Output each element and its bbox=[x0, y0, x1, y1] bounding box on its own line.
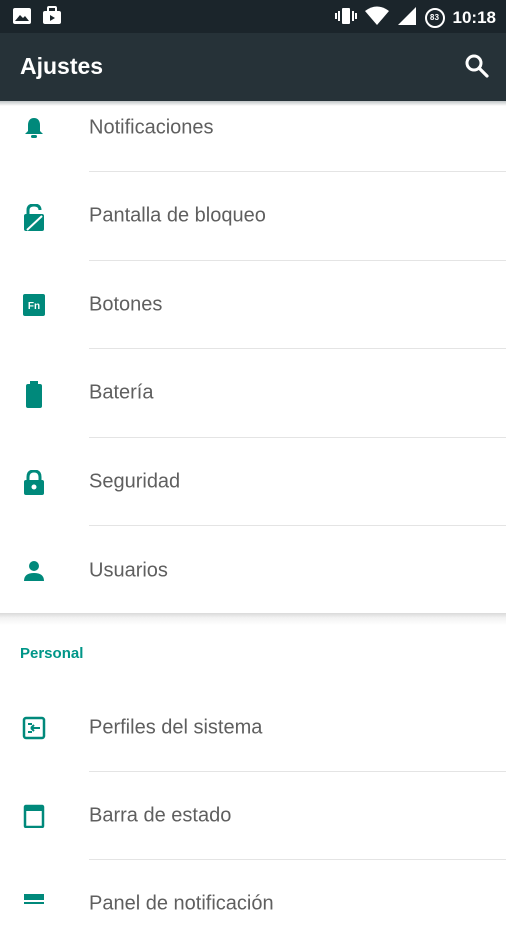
signal-icon bbox=[397, 6, 417, 30]
section-header-personal: Personal bbox=[20, 645, 84, 662]
settings-item-label: Notificaciones bbox=[89, 116, 214, 139]
svg-text:Fn: Fn bbox=[28, 301, 40, 312]
search-icon bbox=[465, 54, 489, 78]
settings-item-label: Botones bbox=[89, 293, 163, 316]
battery-level: 83 bbox=[429, 13, 440, 22]
settings-item-barra-de-estado[interactable]: Barra de estado bbox=[0, 772, 506, 860]
settings-item-label: Pantalla de bloqueo bbox=[89, 204, 266, 227]
page-title: Ajustes bbox=[20, 53, 104, 79]
settings-item-label: Barra de estado bbox=[89, 804, 232, 827]
section-separator bbox=[0, 613, 506, 625]
settings-item-label: Usuarios bbox=[89, 559, 168, 582]
vibrate-icon bbox=[334, 6, 357, 30]
person-icon bbox=[22, 559, 46, 583]
notification-panel-icon bbox=[22, 892, 46, 916]
wifi-icon bbox=[364, 6, 389, 30]
settings-item-panel-de-notificacion[interactable]: Panel de notificación bbox=[0, 860, 506, 948]
lockscreen-icon bbox=[22, 203, 46, 231]
settings-item-perfiles-del-sistema[interactable]: Perfiles del sistema bbox=[0, 684, 506, 772]
fn-key-icon: Fn bbox=[22, 293, 46, 317]
status-bar: 83 10:18 bbox=[0, 0, 506, 33]
status-bar-icon bbox=[22, 804, 46, 829]
divider bbox=[89, 525, 506, 526]
settings-item-label: Perfiles del sistema bbox=[89, 716, 263, 739]
shopping-bag-icon bbox=[42, 6, 62, 30]
battery-icon bbox=[22, 381, 46, 408]
settings-item-botones[interactable]: Fn Botones bbox=[0, 261, 506, 349]
status-bar-left bbox=[12, 6, 62, 30]
profiles-icon bbox=[22, 716, 46, 740]
settings-item-notificaciones[interactable]: Notificaciones bbox=[0, 84, 506, 172]
settings-item-pantalla-de-bloqueo[interactable]: Pantalla de bloqueo bbox=[0, 172, 506, 260]
settings-item-label: Batería bbox=[89, 381, 154, 404]
search-button[interactable] bbox=[464, 53, 490, 79]
settings-item-label: Panel de notificación bbox=[89, 892, 274, 915]
status-bar-right: 83 10:18 bbox=[334, 6, 496, 30]
lock-icon bbox=[22, 469, 46, 495]
settings-item-label: Seguridad bbox=[89, 470, 181, 493]
battery-icon: 83 bbox=[424, 8, 445, 28]
status-time: 10:18 bbox=[452, 8, 496, 27]
settings-item-usuarios[interactable]: Usuarios bbox=[0, 527, 506, 615]
bell-icon bbox=[22, 116, 46, 140]
settings-item-bateria[interactable]: Batería bbox=[0, 349, 506, 437]
image-notification-icon bbox=[12, 6, 32, 30]
settings-item-seguridad[interactable]: Seguridad bbox=[0, 438, 506, 526]
